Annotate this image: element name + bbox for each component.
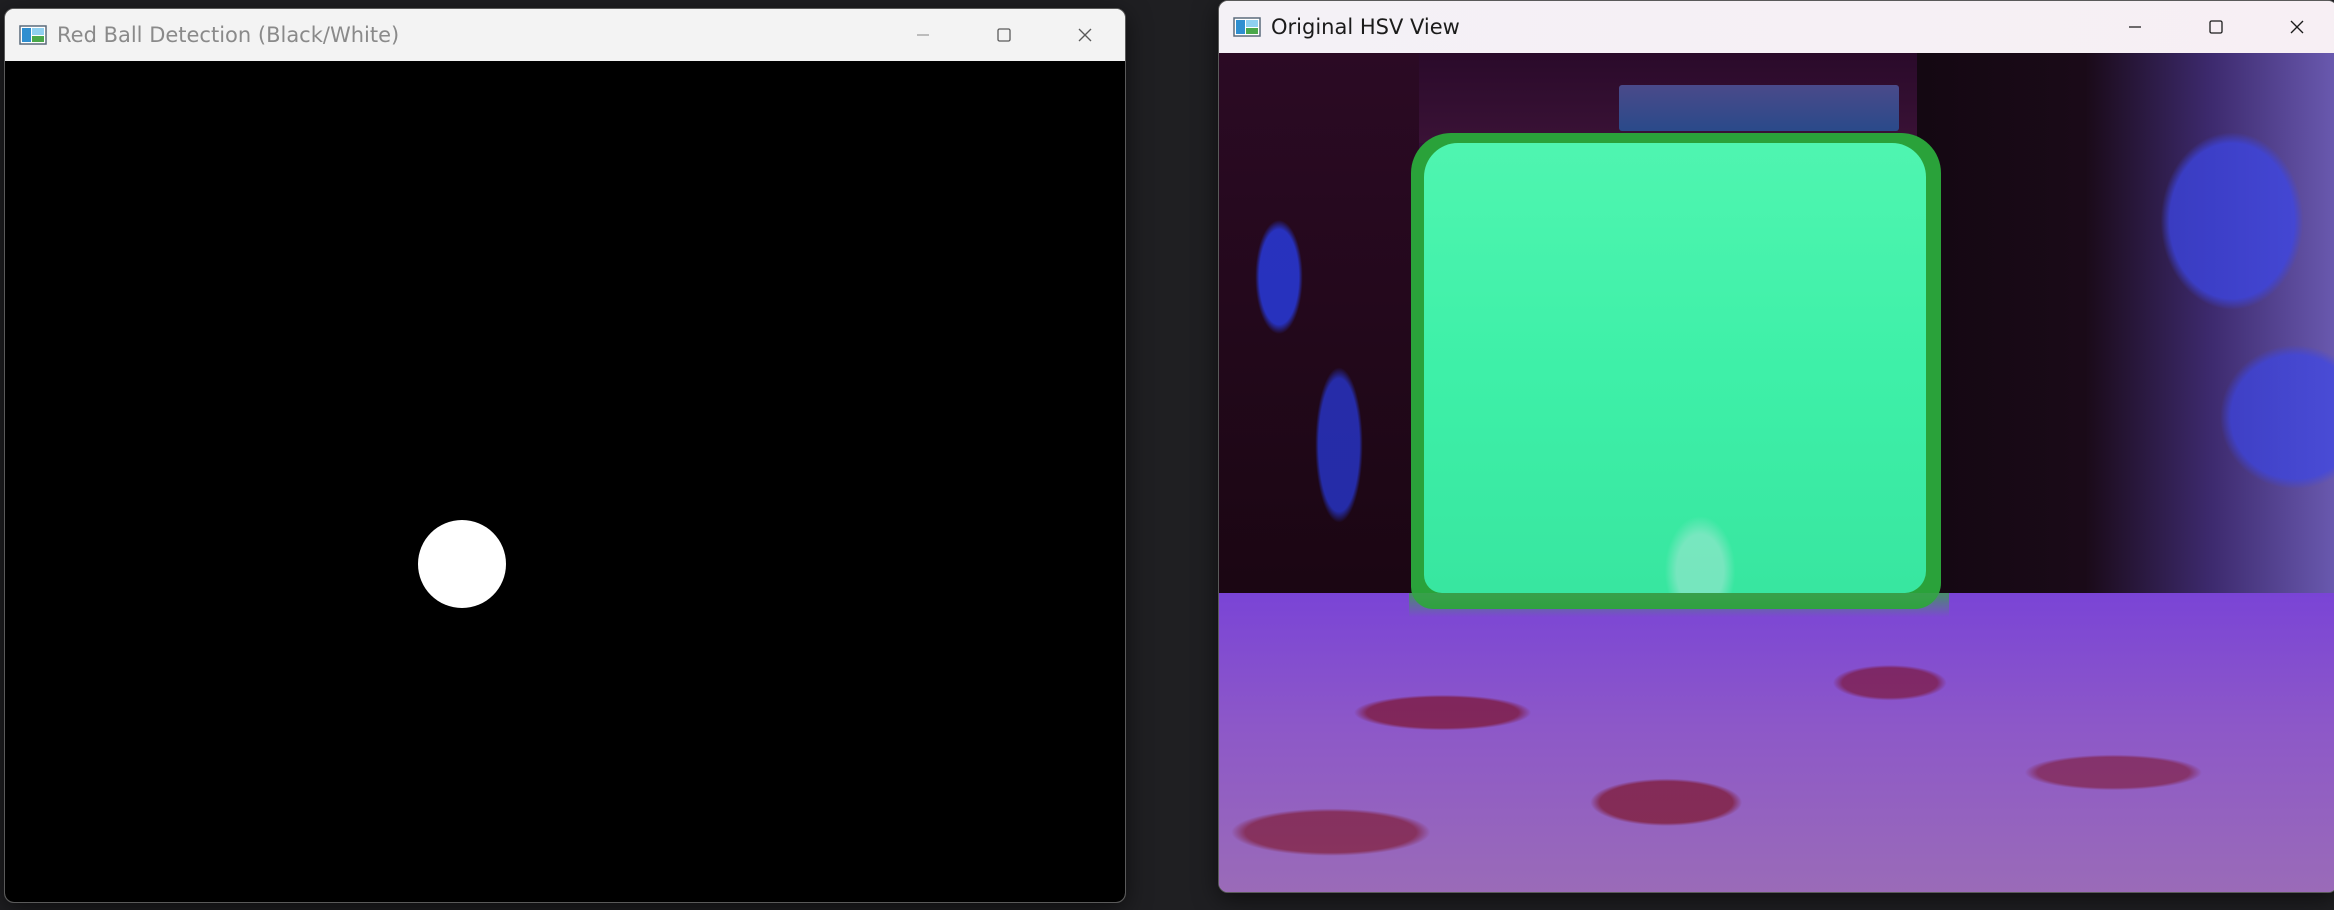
minimize-icon — [916, 34, 929, 36]
detected-ball-blob — [418, 520, 506, 608]
hsv-left-wall-region — [1219, 53, 1419, 613]
maximize-icon — [996, 28, 1011, 42]
title-bar[interactable]: Red Ball Detection (Black/White) — [5, 9, 1125, 61]
maximize-icon — [2208, 20, 2223, 34]
title-bar[interactable]: Original HSV View — [1219, 1, 2334, 53]
minimize-button[interactable] — [882, 9, 963, 61]
close-button[interactable] — [2256, 1, 2334, 53]
window-title: Red Ball Detection (Black/White) — [57, 23, 400, 47]
caption-buttons — [2094, 1, 2334, 53]
close-icon — [1078, 28, 1091, 42]
hsv-pillow-region — [1424, 143, 1926, 593]
close-icon — [2290, 20, 2303, 34]
caption-buttons — [882, 9, 1125, 61]
minimize-button[interactable] — [2094, 1, 2175, 53]
minimize-icon — [2128, 26, 2141, 28]
close-button[interactable] — [1044, 9, 1125, 61]
app-image-icon — [1233, 17, 1261, 37]
app-image-icon — [19, 25, 47, 45]
original-hsv-window[interactable]: Original HSV View — [1218, 0, 2334, 893]
hsv-right-wall-region — [1917, 53, 2334, 613]
hsv-pillow-shadow — [1409, 593, 1949, 617]
binary-mask-view — [5, 61, 1125, 902]
hsv-shelf-region — [1619, 85, 1899, 131]
hsv-image-view — [1219, 53, 2334, 892]
maximize-button[interactable] — [963, 9, 1044, 61]
window-title: Original HSV View — [1271, 15, 1460, 39]
desktop: Red Ball Detection (Black/White) Origina… — [0, 0, 2334, 910]
hsv-floor-region — [1219, 593, 2334, 892]
red-ball-detection-window[interactable]: Red Ball Detection (Black/White) — [4, 8, 1126, 903]
maximize-button[interactable] — [2175, 1, 2256, 53]
